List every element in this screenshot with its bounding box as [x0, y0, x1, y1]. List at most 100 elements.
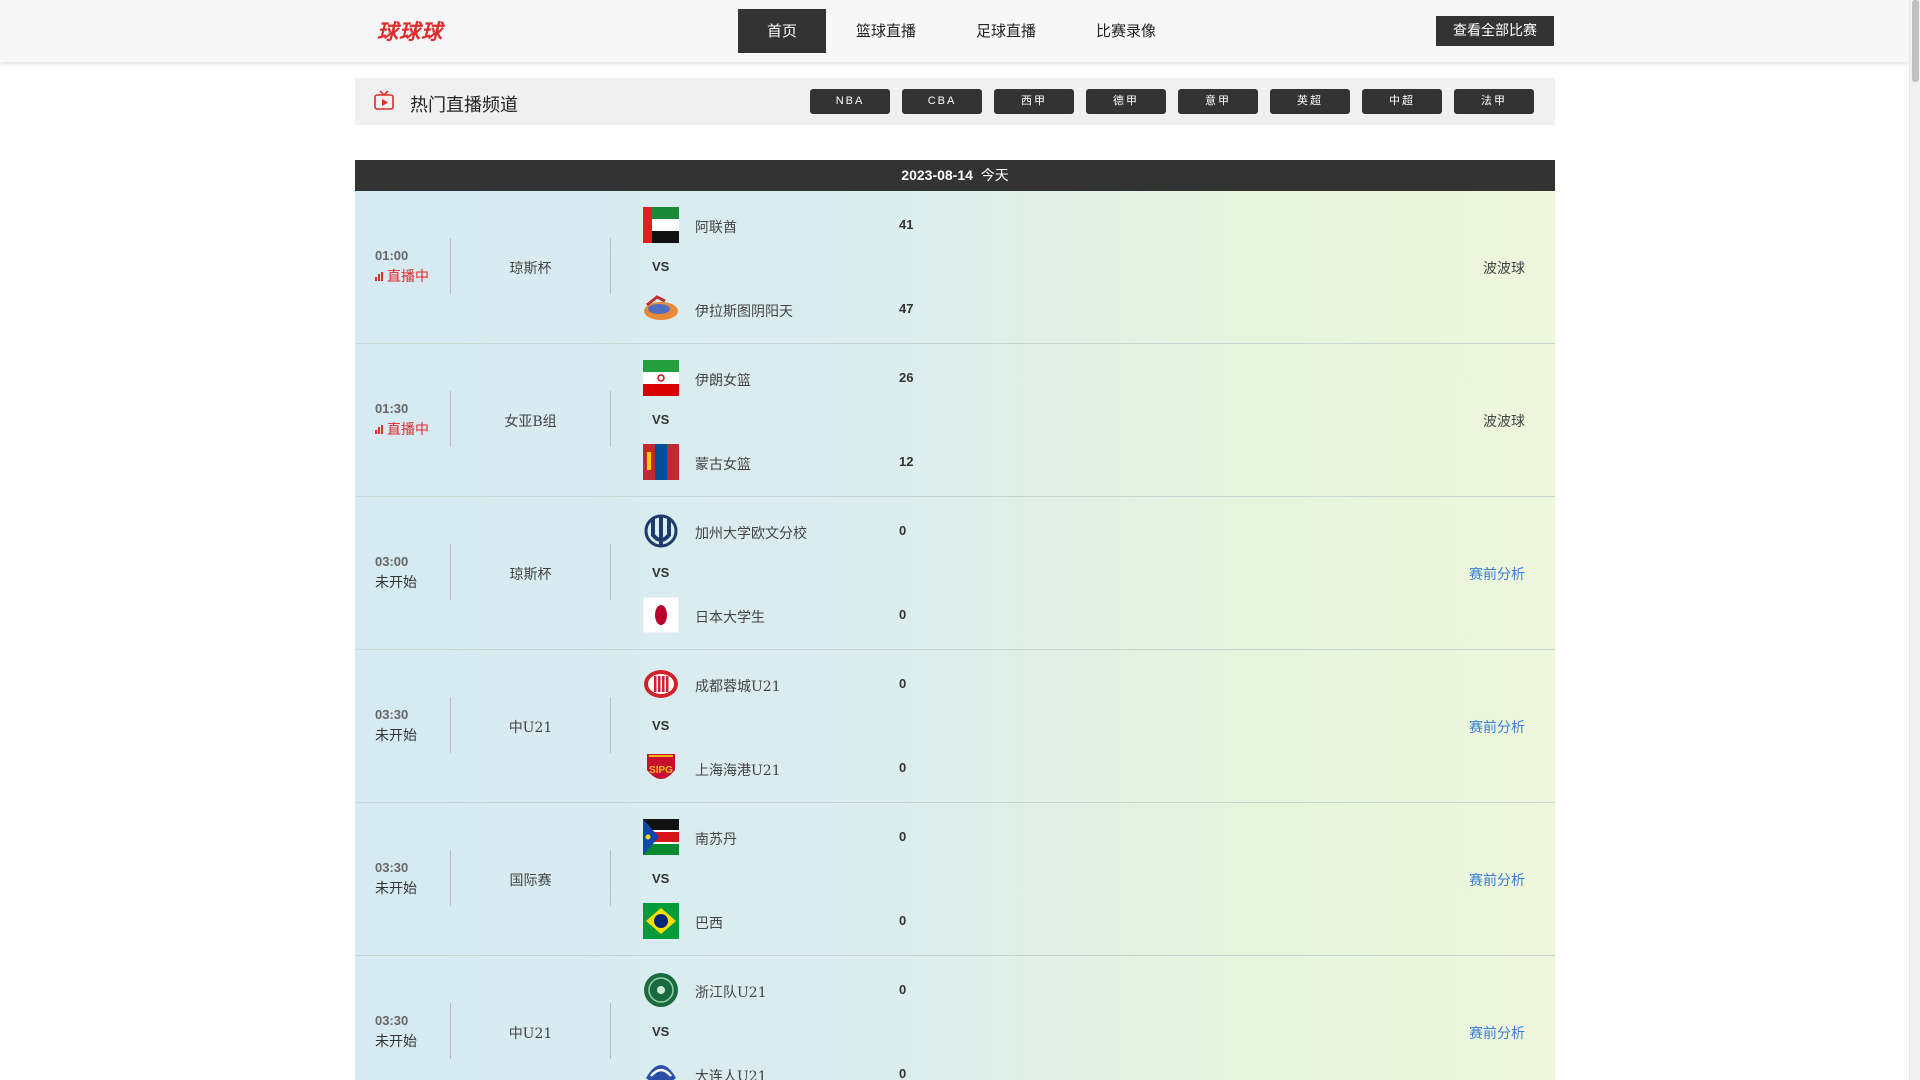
nav-football-live[interactable]: 足球直播	[946, 9, 1066, 53]
column-divider	[610, 697, 611, 753]
away-team-name[interactable]: 大连人U21	[695, 1066, 767, 1080]
stream-source-link[interactable]: 波波球	[1483, 258, 1525, 278]
match-time: 01:00	[375, 248, 409, 263]
match-status-text: 未开始	[375, 575, 417, 591]
page-scrollbar[interactable]	[1909, 0, 1920, 1080]
home-team-score: 0	[899, 982, 907, 997]
pre-match-analysis-link[interactable]: 赛前分析	[1469, 870, 1525, 890]
stream-source-link[interactable]: 波波球	[1483, 411, 1525, 431]
vs-label: VS	[652, 718, 670, 733]
channel-csl[interactable]: 中超	[1362, 89, 1442, 114]
match-row[interactable]: 03:30 未开始 中U21 成都蓉城U21 0 VS SIPG 上海海港U21…	[355, 650, 1555, 803]
match-time: 03:30	[375, 707, 409, 722]
column-divider	[610, 544, 611, 600]
pre-match-analysis-link[interactable]: 赛前分析	[1469, 564, 1525, 584]
column-divider	[610, 238, 611, 294]
channel-serie-a[interactable]: 意甲	[1178, 89, 1258, 114]
column-divider	[610, 391, 611, 447]
match-row[interactable]: 03:30 未开始 国际赛 南苏丹 0 VS 巴西 0 赛前分析	[355, 803, 1555, 956]
nav-home[interactable]: 首页	[738, 9, 826, 53]
live-signal-icon	[375, 425, 385, 434]
hot-channels-bar: 热门直播频道 NBA CBA 西甲 德甲 意甲 英超 中超 法甲	[355, 78, 1555, 125]
hot-channels-title: 热门直播频道	[410, 95, 518, 116]
column-divider	[610, 850, 611, 906]
away-team-logo-icon	[644, 295, 678, 320]
match-row[interactable]: 01:00 直播中 琼斯杯 阿联酋 41 VS 伊拉斯图阴阳天 47 波波球	[355, 191, 1555, 344]
away-team-score: 0	[899, 913, 907, 928]
vs-label: VS	[652, 412, 670, 427]
home-team-name[interactable]: 伊朗女篮	[695, 370, 751, 390]
channel-cba[interactable]: CBA	[902, 89, 982, 114]
view-all-matches-button[interactable]: 查看全部比赛	[1436, 16, 1554, 46]
match-league[interactable]: 中U21	[451, 717, 610, 737]
home-team-score: 26	[899, 370, 914, 385]
match-row[interactable]: 03:30 未开始 中U21 浙江队U21 0 VS 大连人U21 0 赛前分析	[355, 956, 1555, 1080]
match-status-text: 直播中	[387, 422, 429, 438]
away-team-logo-icon	[646, 1065, 676, 1080]
home-team-logo-icon	[643, 360, 679, 396]
channel-premier-league[interactable]: 英超	[1270, 89, 1350, 114]
home-team-name[interactable]: 加州大学欧文分校	[695, 523, 807, 543]
match-status-text: 未开始	[375, 728, 417, 744]
match-status: 直播中	[375, 266, 429, 286]
vs-label: VS	[652, 871, 670, 886]
away-team-name[interactable]: 巴西	[695, 913, 723, 933]
svg-text:SIPG: SIPG	[649, 765, 673, 776]
away-team-score: 0	[899, 607, 907, 622]
away-team-score: 47	[899, 301, 914, 316]
match-time: 03:00	[375, 554, 409, 569]
date-value: 2023-08-14	[901, 167, 973, 183]
match-time: 01:30	[375, 401, 409, 416]
match-status: 未开始	[375, 1031, 417, 1051]
home-team-score: 0	[899, 829, 907, 844]
away-team-logo-icon	[643, 597, 679, 633]
away-team-score: 0	[899, 760, 907, 775]
match-league[interactable]: 女亚B组	[451, 411, 610, 431]
nav-basketball-live[interactable]: 篮球直播	[826, 9, 946, 53]
channel-laliga[interactable]: 西甲	[994, 89, 1074, 114]
home-team-name[interactable]: 南苏丹	[695, 829, 737, 849]
nav-match-replays[interactable]: 比赛录像	[1066, 9, 1186, 53]
match-time: 03:30	[375, 1013, 409, 1028]
home-team-logo-icon	[643, 819, 679, 855]
match-status-text: 未开始	[375, 1034, 417, 1050]
pre-match-analysis-link[interactable]: 赛前分析	[1469, 1023, 1525, 1043]
away-team-logo-icon	[643, 444, 679, 480]
match-league[interactable]: 琼斯杯	[451, 564, 610, 584]
live-signal-icon	[375, 272, 385, 281]
home-team-logo-icon	[643, 207, 679, 243]
home-team-name[interactable]: 阿联酋	[695, 217, 737, 237]
main-nav: 首页 篮球直播 足球直播 比赛录像	[738, 9, 1186, 53]
site-logo[interactable]: 球球球	[377, 16, 443, 46]
match-status: 未开始	[375, 878, 417, 898]
match-league[interactable]: 琼斯杯	[451, 258, 610, 278]
match-status-text: 直播中	[387, 269, 429, 285]
home-team-score: 41	[899, 217, 914, 232]
pre-match-analysis-link[interactable]: 赛前分析	[1469, 717, 1525, 737]
home-team-score: 0	[899, 523, 907, 538]
scrollbar-thumb[interactable]	[1912, 0, 1919, 82]
away-team-logo-icon	[643, 903, 679, 939]
date-header: 2023-08-14 今天	[355, 160, 1555, 191]
match-row[interactable]: 03:00 未开始 琼斯杯 加州大学欧文分校 0 VS 日本大学生 0 赛前分析	[355, 497, 1555, 650]
home-team-logo-icon	[644, 670, 678, 698]
home-team-name[interactable]: 成都蓉城U21	[695, 676, 781, 696]
away-team-name[interactable]: 上海海港U21	[695, 760, 781, 780]
match-league[interactable]: 国际赛	[451, 870, 610, 890]
away-team-score: 0	[899, 1066, 907, 1080]
channel-nba[interactable]: NBA	[810, 89, 890, 114]
channel-ligue-1[interactable]: 法甲	[1454, 89, 1534, 114]
match-status: 未开始	[375, 572, 417, 592]
vs-label: VS	[652, 259, 670, 274]
home-team-logo-icon	[644, 973, 678, 1007]
away-team-name[interactable]: 伊拉斯图阴阳天	[695, 301, 793, 321]
channel-bundesliga[interactable]: 德甲	[1086, 89, 1166, 114]
column-divider	[610, 1003, 611, 1059]
match-row[interactable]: 01:30 直播中 女亚B组 伊朗女篮 26 VS 蒙古女篮 12 波波球	[355, 344, 1555, 497]
away-team-name[interactable]: 日本大学生	[695, 607, 765, 627]
vs-label: VS	[652, 565, 670, 580]
home-team-name[interactable]: 浙江队U21	[695, 982, 767, 1002]
match-league[interactable]: 中U21	[451, 1023, 610, 1043]
away-team-name[interactable]: 蒙古女篮	[695, 454, 751, 474]
match-time: 03:30	[375, 860, 409, 875]
